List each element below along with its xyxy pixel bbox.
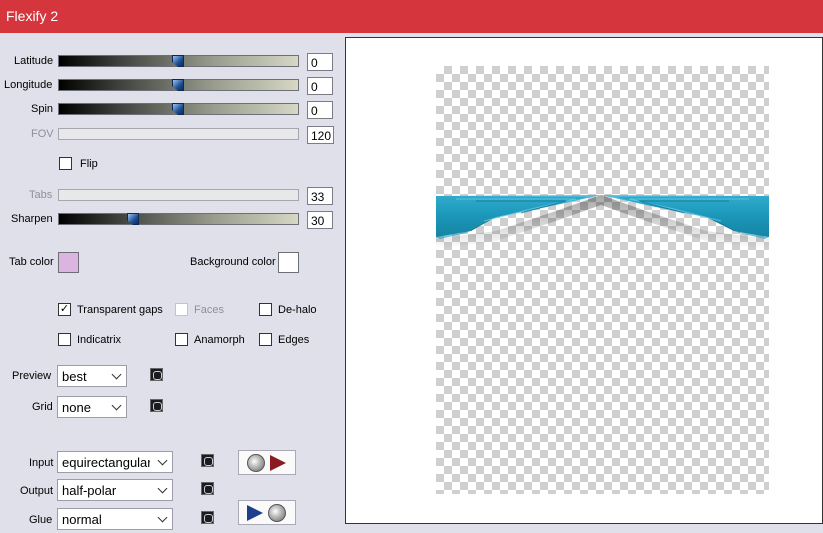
- tab-color-label: Tab color: [9, 256, 54, 268]
- glue-select[interactable]: normal: [57, 508, 173, 530]
- sharpen-slider[interactable]: [58, 213, 299, 225]
- fov-label: FOV: [31, 128, 54, 140]
- edges-checkbox[interactable]: [259, 333, 272, 346]
- latitude-slider[interactable]: [58, 55, 299, 67]
- preview-label: Preview: [12, 370, 52, 382]
- title-bar: Flexify 2: [0, 0, 823, 33]
- tabs-value: 33: [307, 187, 333, 205]
- tab-color-swatch[interactable]: [58, 252, 79, 273]
- chevron-down-icon: [111, 369, 122, 380]
- fov-slider: [58, 128, 299, 140]
- tabs-slider: [58, 189, 299, 201]
- indicatrix-checkbox[interactable]: [58, 333, 71, 346]
- play-icon: [270, 455, 286, 471]
- chevron-down-icon: [157, 512, 168, 523]
- background-color-swatch[interactable]: [278, 252, 299, 273]
- grid-link-icon[interactable]: [150, 399, 163, 412]
- faces-checkbox: [175, 303, 188, 316]
- faces-label: Faces: [194, 304, 224, 316]
- longitude-label: Longitude: [4, 79, 53, 91]
- sharpen-label: Sharpen: [11, 213, 53, 225]
- disc-icon: [247, 454, 265, 472]
- preview-canvas: [436, 66, 769, 494]
- preview-select-value: best: [62, 369, 87, 384]
- transparent-gaps-checkbox[interactable]: ✓: [58, 303, 71, 316]
- spin-label: Spin: [31, 103, 54, 115]
- preview-pane: [345, 37, 823, 524]
- preview-link-icon[interactable]: [150, 368, 163, 381]
- spin-slider-thumb[interactable]: [172, 103, 184, 115]
- tabs-label: Tabs: [29, 189, 53, 201]
- input-select-value: equirectangular: [62, 455, 150, 470]
- glue-link-icon[interactable]: [201, 511, 214, 524]
- chevron-down-icon: [111, 400, 122, 411]
- de-halo-checkbox[interactable]: [259, 303, 272, 316]
- latitude-slider-thumb[interactable]: [172, 55, 184, 67]
- preview-select[interactable]: best: [57, 365, 127, 387]
- fov-value: 120: [307, 126, 334, 144]
- anamorph-checkbox[interactable]: [175, 333, 188, 346]
- output-link-icon[interactable]: [201, 482, 214, 495]
- indicatrix-label: Indicatrix: [77, 334, 122, 346]
- sharpen-slider-thumb[interactable]: [127, 213, 139, 225]
- grid-label: Grid: [32, 401, 53, 413]
- output-label: Output: [20, 485, 54, 497]
- grid-select-value: none: [62, 400, 91, 415]
- sharpen-value[interactable]: 30: [307, 211, 333, 229]
- flip-label: Flip: [80, 158, 98, 170]
- output-transform-button[interactable]: [238, 500, 296, 525]
- chevron-down-icon: [157, 483, 168, 494]
- input-transform-button[interactable]: [238, 450, 296, 475]
- edges-label: Edges: [278, 334, 310, 346]
- output-select-value: half-polar: [62, 483, 117, 498]
- spin-slider[interactable]: [58, 103, 299, 115]
- latitude-value[interactable]: 0: [307, 53, 333, 71]
- longitude-value[interactable]: 0: [307, 77, 333, 95]
- de-halo-label: De-halo: [278, 304, 317, 316]
- latitude-label: Latitude: [14, 55, 54, 67]
- window-title: Flexify 2: [6, 8, 59, 24]
- input-link-icon[interactable]: [201, 454, 214, 467]
- longitude-slider-thumb[interactable]: [172, 79, 184, 91]
- disc-icon: [268, 504, 286, 522]
- output-select[interactable]: half-polar: [57, 479, 173, 501]
- transparent-gaps-label: Transparent gaps: [77, 304, 163, 316]
- grid-select[interactable]: none: [57, 396, 127, 418]
- spin-value[interactable]: 0: [307, 101, 333, 119]
- background-color-label: Background color: [190, 256, 276, 268]
- input-select[interactable]: equirectangular: [57, 451, 173, 473]
- flip-checkbox[interactable]: [59, 157, 72, 170]
- curtain-image: [436, 195, 769, 249]
- anamorph-label: Anamorph: [194, 334, 245, 346]
- glue-select-value: normal: [62, 512, 102, 527]
- longitude-slider[interactable]: [58, 79, 299, 91]
- play-icon: [247, 505, 263, 521]
- chevron-down-icon: [157, 455, 168, 466]
- glue-label: Glue: [29, 514, 53, 526]
- controls-panel: Latitude 0 Longitude 0 Spin 0 FOV 120 Fl…: [0, 33, 345, 533]
- input-label: Input: [29, 457, 54, 469]
